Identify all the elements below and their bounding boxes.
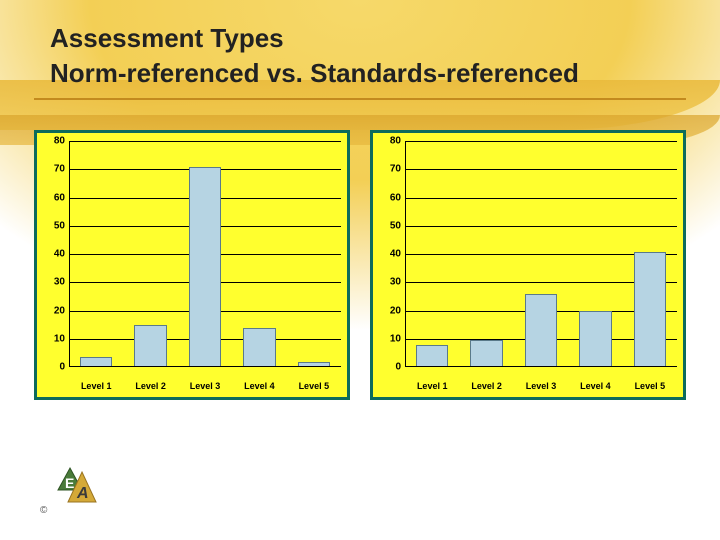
- y-tick-label: 20: [379, 305, 401, 316]
- bar-cell: [287, 141, 341, 367]
- y-tick-label: 40: [379, 249, 401, 260]
- page-title: Assessment Types Norm-referenced vs. Sta…: [50, 22, 690, 89]
- x-tick-label: Level 4: [232, 381, 286, 391]
- y-tick-label: 30: [43, 277, 65, 288]
- y-tick-label: 40: [43, 249, 65, 260]
- y-tick-label: 80: [379, 136, 401, 147]
- organization-logo-icon: E A: [52, 462, 100, 510]
- x-axis: [69, 366, 341, 367]
- bar: [470, 340, 502, 367]
- bar-cell: [623, 141, 677, 367]
- title-underline: [34, 98, 686, 100]
- x-tick-label: Level 3: [514, 381, 568, 391]
- bar: [634, 252, 666, 367]
- title-line-1: Assessment Types: [50, 22, 690, 55]
- x-tick-label: Level 2: [123, 381, 177, 391]
- x-tick-label: Level 5: [623, 381, 677, 391]
- bar: [243, 328, 275, 367]
- y-tick-label: 70: [379, 164, 401, 175]
- x-tick-label: Level 5: [287, 381, 341, 391]
- x-tick-label: Level 3: [178, 381, 232, 391]
- y-tick-label: 0: [43, 362, 65, 373]
- y-tick-label: 0: [379, 362, 401, 373]
- x-tick-labels: Level 1Level 2Level 3Level 4Level 5: [69, 381, 341, 391]
- bars-group: [69, 141, 341, 367]
- plot-area: 01020304050607080: [69, 141, 341, 367]
- bar-cell: [69, 141, 123, 367]
- x-tick-labels: Level 1Level 2Level 3Level 4Level 5: [405, 381, 677, 391]
- x-tick-label: Level 2: [459, 381, 513, 391]
- bar-cell: [405, 141, 459, 367]
- bar-cell: [123, 141, 177, 367]
- y-tick-label: 80: [43, 136, 65, 147]
- copyright-symbol: ©: [40, 505, 47, 516]
- bar-cell: [178, 141, 232, 367]
- y-tick-label: 50: [379, 220, 401, 231]
- chart-standards-referenced: 01020304050607080 Level 1Level 2Level 3L…: [370, 130, 686, 400]
- bar: [579, 311, 611, 367]
- slide: Assessment Types Norm-referenced vs. Sta…: [0, 0, 720, 540]
- x-tick-label: Level 4: [568, 381, 622, 391]
- y-tick-label: 70: [43, 164, 65, 175]
- bar-cell: [514, 141, 568, 367]
- y-tick-label: 20: [43, 305, 65, 316]
- svg-text:A: A: [76, 485, 89, 502]
- x-tick-label: Level 1: [405, 381, 459, 391]
- y-tick-label: 60: [379, 192, 401, 203]
- svg-text:E: E: [65, 475, 74, 491]
- x-axis: [405, 366, 677, 367]
- plot-area: 01020304050607080: [405, 141, 677, 367]
- bar-cell: [459, 141, 513, 367]
- bar: [189, 167, 221, 367]
- y-tick-label: 10: [379, 333, 401, 344]
- bar-cell: [232, 141, 286, 367]
- bars-group: [405, 141, 677, 367]
- y-tick-label: 10: [43, 333, 65, 344]
- chart-norm-referenced: 01020304050607080 Level 1Level 2Level 3L…: [34, 130, 350, 400]
- bar: [134, 325, 166, 367]
- charts-container: 01020304050607080 Level 1Level 2Level 3L…: [34, 130, 686, 400]
- bar: [525, 294, 557, 367]
- title-line-2: Norm-referenced vs. Standards-referenced: [50, 57, 690, 90]
- y-tick-label: 30: [379, 277, 401, 288]
- bar: [416, 345, 448, 367]
- bar-cell: [568, 141, 622, 367]
- y-tick-label: 50: [43, 220, 65, 231]
- y-tick-label: 60: [43, 192, 65, 203]
- x-tick-label: Level 1: [69, 381, 123, 391]
